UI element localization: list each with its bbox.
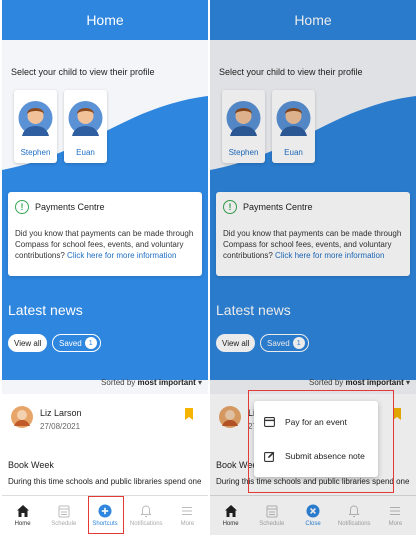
bell-icon <box>140 505 152 517</box>
child-avatar-icon <box>68 101 103 136</box>
tab-more[interactable]: More <box>167 496 208 535</box>
tab-notifications[interactable]: Notifications <box>126 496 167 535</box>
view-all-button[interactable]: View all <box>8 334 48 352</box>
latest-news-title: Latest news <box>8 302 83 318</box>
sort-dropdown[interactable]: Sorted by most important ▾ <box>101 378 202 387</box>
home-content[interactable]: Select your child to view their profile … <box>2 40 208 495</box>
child-select-prompt: Select your child to view their profile <box>11 67 155 77</box>
tab-schedule[interactable]: Schedule <box>43 496 84 535</box>
child-name: Euan <box>76 148 95 157</box>
header-title: Home <box>86 12 124 28</box>
screen-home-shortcuts-open: Home Select your child to view their pro… <box>210 0 416 535</box>
post-date: 27/08/2021 <box>40 422 81 431</box>
sorted-value: most important <box>137 378 196 387</box>
sorted-prefix: Sorted by <box>101 378 136 387</box>
payments-title: Payments Centre <box>35 202 105 212</box>
saved-label: Saved <box>59 338 82 348</box>
view-all-label: View all <box>14 338 42 348</box>
tab-label: Home <box>14 521 31 527</box>
saved-count-badge: 1 <box>84 337 97 349</box>
child-card-stephen[interactable]: Stephen <box>14 90 57 163</box>
comparison-view: Home Select your child to view their pro… <box>0 0 416 535</box>
bookmark-icon[interactable] <box>185 408 193 420</box>
calendar-icon <box>58 505 70 518</box>
info-icon: ! <box>15 200 29 214</box>
post-title: Book Week <box>8 460 54 470</box>
payments-text: Did you know that payments can be made t… <box>15 228 196 261</box>
post-author: Liz Larson <box>40 408 82 418</box>
payments-link[interactable]: Click here for more information <box>67 251 176 260</box>
app-header: Home <box>2 0 208 40</box>
home-icon <box>16 505 29 517</box>
menu-icon <box>182 507 193 515</box>
author-avatar-icon <box>11 406 33 428</box>
tab-home[interactable]: Home <box>2 496 43 535</box>
saved-button[interactable]: Saved 1 <box>52 334 101 352</box>
child-card-euan[interactable]: Euan <box>64 90 107 163</box>
screen-home: Home Select your child to view their pro… <box>2 0 208 535</box>
caret-down-icon: ▾ <box>197 378 202 387</box>
shortcuts-highlight-box <box>88 496 124 534</box>
shortcuts-menu-highlight-box <box>248 390 394 493</box>
news-post[interactable]: Liz Larson 27/08/2021 Book Week During t… <box>2 394 208 495</box>
tab-label: More <box>180 521 195 527</box>
child-avatar-icon <box>18 101 53 136</box>
tab-label: Notifications <box>129 521 163 527</box>
payments-centre-card[interactable]: ! Payments Centre Did you know that paym… <box>8 192 202 276</box>
post-body: During this time schools and public libr… <box>8 477 202 486</box>
tab-label: Schedule <box>51 521 77 527</box>
child-name: Stephen <box>20 148 51 157</box>
